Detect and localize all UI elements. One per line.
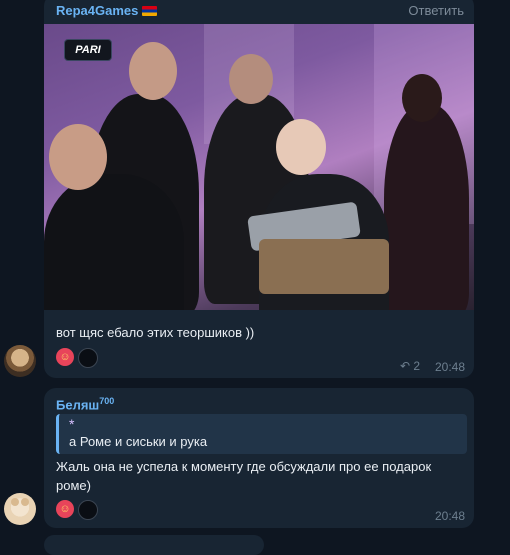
bear-ear	[21, 498, 29, 506]
armenia-flag-icon	[142, 6, 158, 16]
photo-person	[44, 174, 184, 310]
dark-bubble-reaction-icon[interactable]	[78, 348, 98, 368]
message-text: вот щяс ебало этих теоршиков ))	[56, 325, 255, 340]
photo-box	[259, 239, 389, 294]
sender-name[interactable]: Беляш700	[56, 396, 114, 412]
message-time: 20:48	[435, 509, 466, 523]
photo-person	[384, 104, 469, 310]
replies-count: 2	[413, 359, 421, 373]
message-time: 20:48	[435, 360, 466, 374]
quoted-reply[interactable]: * а Роме и сиськи и рука	[56, 414, 467, 454]
photo-person-head	[276, 119, 326, 175]
photo-person-head	[49, 124, 107, 190]
message-text-line-1: Жаль она не успела к моменту где обсужда…	[56, 459, 432, 474]
quote-marker: *	[69, 416, 75, 432]
reactions-row: ☺	[56, 348, 98, 368]
quote-text: а Роме и сиськи и рука	[69, 434, 208, 449]
photo-person-head	[229, 54, 273, 104]
bear-ear	[11, 498, 19, 506]
sender-name-text[interactable]: Беляш	[56, 397, 99, 412]
message-photo[interactable]: PARI	[44, 24, 474, 310]
reactions-row: ☺	[56, 500, 98, 520]
message-bubble-2[interactable]: Беляш700 * а Роме и сиськи и рука Жаль о…	[44, 388, 474, 528]
dark-bubble-reaction-icon[interactable]	[78, 500, 98, 520]
user-avatar[interactable]	[4, 493, 36, 525]
sender-badge: 700	[99, 396, 115, 406]
message-bubble-3[interactable]	[44, 535, 264, 555]
message-text-line-2: роме)	[56, 478, 91, 493]
reply-button[interactable]: Ответить	[408, 3, 464, 18]
heart-face-reaction-icon[interactable]: ☺	[56, 500, 74, 518]
heart-face-reaction-icon[interactable]: ☺	[56, 348, 74, 366]
reply-arrow-icon: ↶	[400, 359, 411, 373]
photo-person-head	[402, 74, 442, 122]
pari-logo: PARI	[64, 39, 112, 61]
sender-name[interactable]: Repa4Games	[56, 3, 158, 18]
replies-counter[interactable]: ↶ 2	[400, 359, 420, 373]
sender-name-text[interactable]: Repa4Games	[56, 3, 138, 18]
user-avatar[interactable]	[4, 345, 36, 377]
message-bubble-1[interactable]: Repa4Games Ответить PARI вот щяс ебало э…	[44, 0, 474, 378]
photo-person-head	[129, 42, 177, 100]
